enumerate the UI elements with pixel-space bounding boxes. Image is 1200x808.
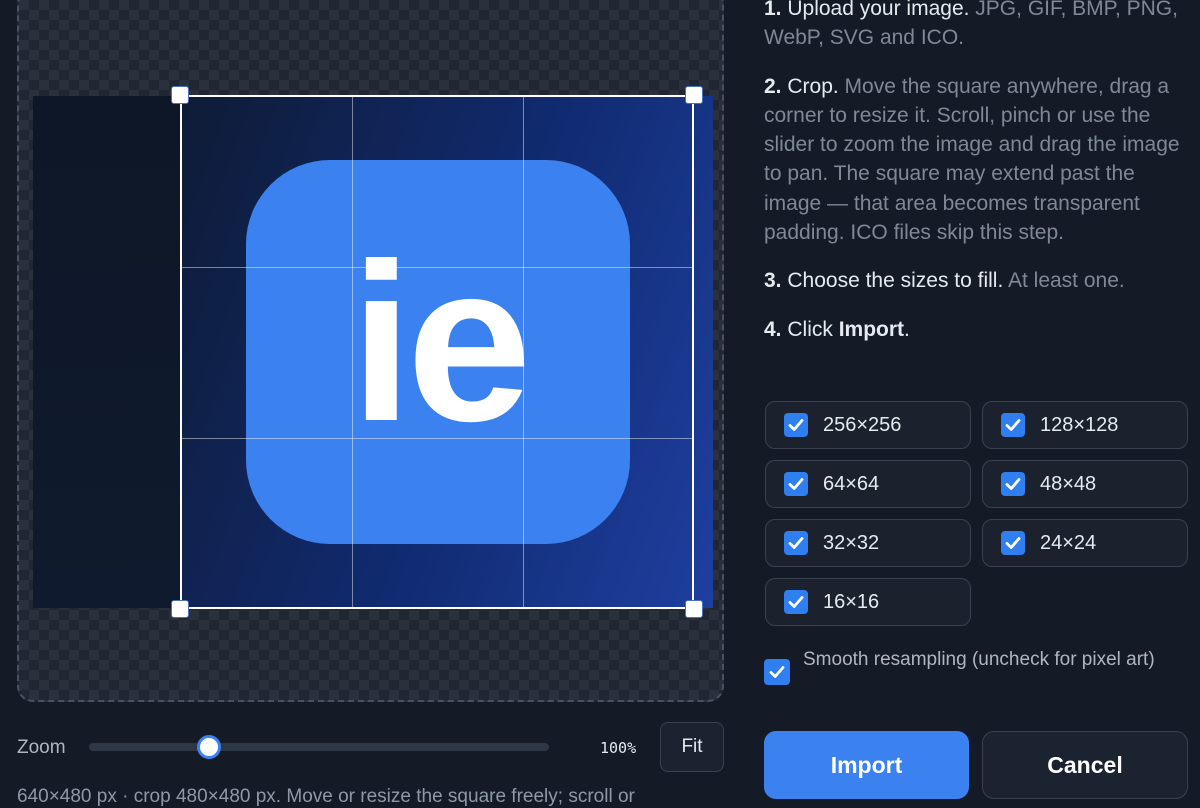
size-option-label: 64×64: [823, 473, 880, 495]
check-icon: [1005, 419, 1021, 431]
step-crop: 2. Crop. Move the square anywhere, drag …: [764, 72, 1194, 248]
size-checkbox[interactable]: [784, 472, 808, 496]
check-icon: [788, 478, 804, 490]
step-number: 1.: [764, 0, 782, 20]
step-number: 3.: [764, 269, 782, 293]
size-option-label: 32×32: [823, 532, 880, 554]
step-title-bold: Import: [838, 317, 905, 341]
step-upload: 1. Upload your image. JPG, GIF, BMP, PNG…: [764, 0, 1194, 53]
step-description: Move the square anywhere, drag a corner …: [764, 74, 1180, 245]
crop-handle-top-left[interactable]: [171, 86, 189, 104]
size-option-32[interactable]: 32×32: [765, 519, 971, 567]
step-title: Crop.: [787, 74, 839, 98]
size-option-48[interactable]: 48×48: [982, 460, 1188, 508]
step-description: At least one.: [1003, 269, 1125, 293]
image-info-text: 640×480 px · crop 480×480 px. Move or re…: [17, 786, 635, 807]
crop-handle-top-right[interactable]: [685, 86, 703, 104]
step-title: Upload your image.: [787, 0, 970, 20]
size-option-label: 24×24: [1040, 532, 1097, 554]
fit-button[interactable]: Fit: [660, 722, 724, 772]
size-checkbox[interactable]: [1001, 531, 1025, 555]
check-icon: [788, 596, 804, 608]
step-sizes: 3. Choose the sizes to fill. At least on…: [764, 266, 1194, 295]
instructions: 1. Upload your image. JPG, GIF, BMP, PNG…: [764, 0, 1194, 363]
import-button[interactable]: Import: [764, 731, 969, 799]
crop-handle-bottom-left[interactable]: [171, 600, 189, 618]
size-option-label: 48×48: [1040, 473, 1097, 495]
size-checkbox[interactable]: [784, 531, 808, 555]
size-checkbox[interactable]: [784, 413, 808, 437]
crop-square[interactable]: [180, 95, 694, 609]
check-icon: [1005, 537, 1021, 549]
size-option-64[interactable]: 64×64: [765, 460, 971, 508]
size-option-label: 16×16: [823, 591, 880, 613]
crop-grid-line: [352, 97, 353, 607]
check-icon: [1005, 478, 1021, 490]
size-checkbox[interactable]: [1001, 413, 1025, 437]
zoom-value: 100%: [600, 739, 637, 757]
source-image-left-strip: [33, 96, 181, 608]
step-number: 2.: [764, 74, 782, 98]
zoom-label: Zoom: [17, 737, 66, 758]
crop-grid-line: [182, 267, 692, 268]
check-icon: [769, 666, 785, 678]
crop-handle-bottom-right[interactable]: [685, 600, 703, 618]
step-import: 4. Click Import.: [764, 315, 1194, 344]
size-option-label: 256×256: [823, 414, 902, 436]
smooth-resampling-checkbox[interactable]: [764, 659, 790, 685]
size-option-label: 128×128: [1040, 414, 1119, 436]
size-option-128[interactable]: 128×128: [982, 401, 1188, 449]
step-title: Click: [787, 317, 839, 341]
check-icon: [788, 419, 804, 431]
size-option-24[interactable]: 24×24: [982, 519, 1188, 567]
size-option-256[interactable]: 256×256: [765, 401, 971, 449]
step-number: 4.: [764, 317, 782, 341]
size-checkbox[interactable]: [1001, 472, 1025, 496]
cancel-button[interactable]: Cancel: [982, 731, 1188, 799]
check-icon: [788, 537, 804, 549]
zoom-slider[interactable]: [89, 743, 549, 751]
zoom-slider-thumb[interactable]: [197, 735, 221, 759]
size-checkbox[interactable]: [784, 590, 808, 614]
size-option-16[interactable]: 16×16: [765, 578, 971, 626]
crop-grid-line: [182, 438, 692, 439]
step-title-end: .: [904, 317, 910, 341]
smooth-resampling-label[interactable]: Smooth resampling (uncheck for pixel art…: [803, 647, 1183, 673]
crop-grid-line: [523, 97, 524, 607]
step-title: Choose the sizes to fill.: [787, 269, 1004, 293]
